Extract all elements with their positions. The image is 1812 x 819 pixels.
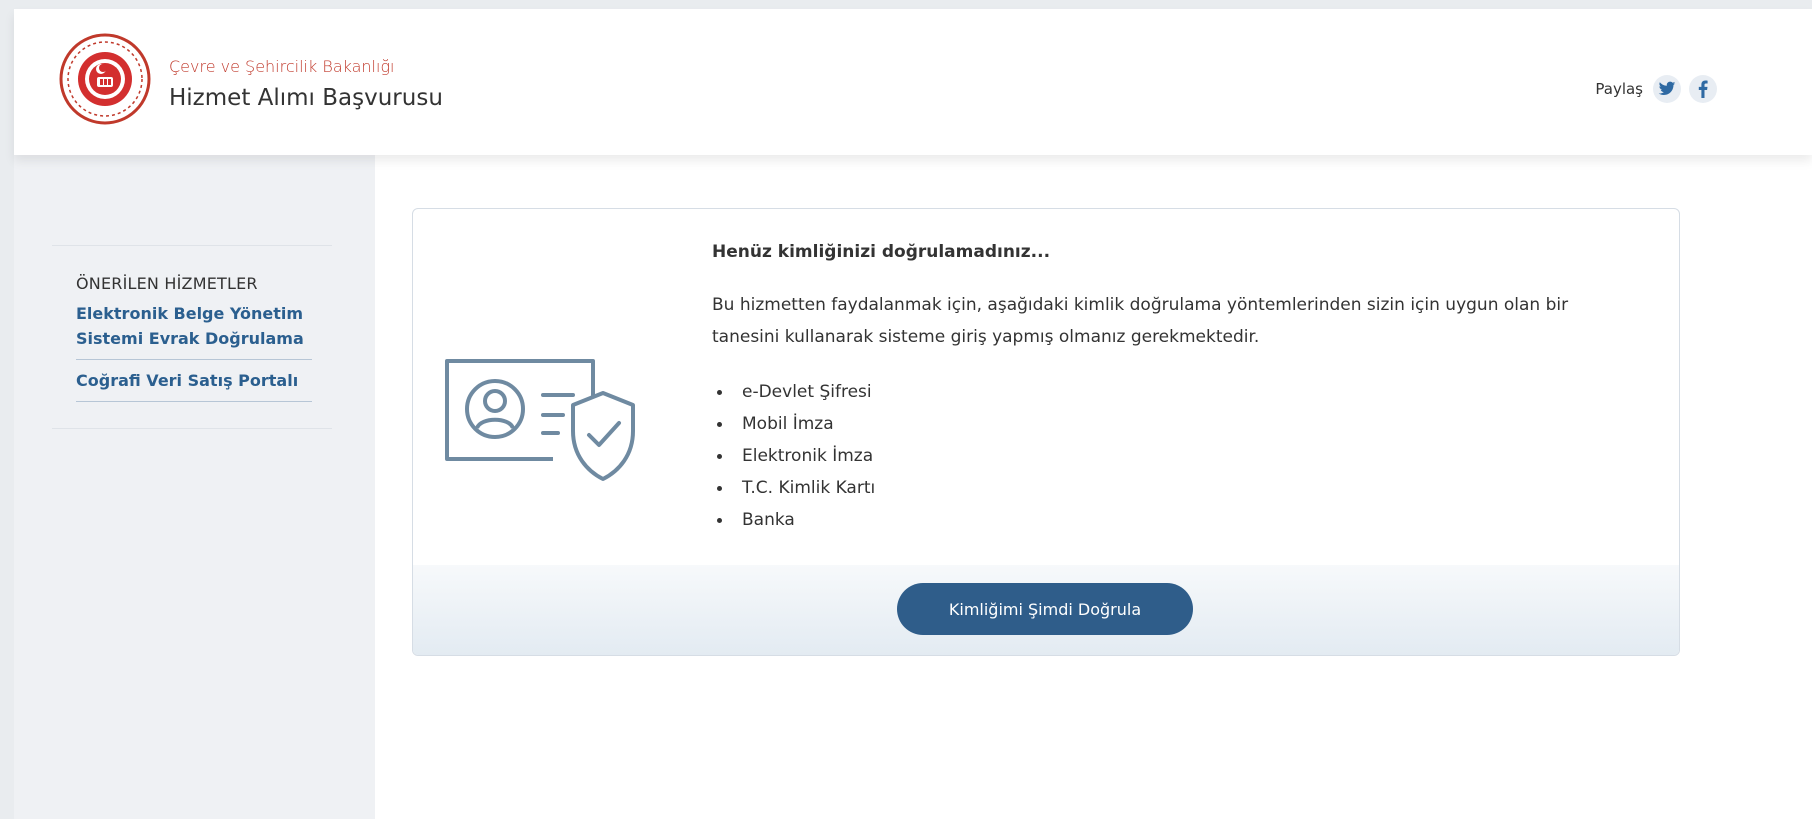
- ministry-name: Çevre ve Şehircilik Bakanlığı: [169, 57, 395, 76]
- list-item: e-Devlet Şifresi: [712, 376, 875, 408]
- app-frame: Çevre ve Şehircilik Bakanlığı Hizmet Alı…: [14, 9, 1812, 819]
- page: Çevre ve Şehircilik Bakanlığı Hizmet Alı…: [0, 0, 1812, 819]
- facebook-share-button[interactable]: [1689, 75, 1717, 103]
- sidebar-title: ÖNERİLEN HİZMETLER: [76, 274, 258, 293]
- card-description: Bu hizmetten faydalanmak için, aşağıdaki…: [712, 295, 1569, 347]
- share-bar: Paylaş: [1595, 75, 1717, 103]
- share-label: Paylaş: [1595, 80, 1643, 98]
- twitter-icon: [1658, 81, 1676, 95]
- list-item: Elektronik İmza: [712, 440, 875, 472]
- verify-identity-button[interactable]: Kimliğimi Şimdi Doğrula: [897, 583, 1193, 635]
- sidebar: ÖNERİLEN HİZMETLER Elektronik Belge Yöne…: [14, 155, 375, 819]
- auth-methods-list: e-Devlet Şifresi Mobil İmza Elektronik İ…: [712, 376, 875, 536]
- list-item: Banka: [712, 504, 875, 536]
- list-item: T.C. Kimlik Kartı: [712, 472, 875, 504]
- header: Çevre ve Şehircilik Bakanlığı Hizmet Alı…: [14, 9, 1812, 155]
- card-title: Henüz kimliğinizi doğrulamadınız...: [712, 242, 1051, 262]
- identity-card-shield-icon: [445, 359, 635, 481]
- sidebar-item-geo-data-portal[interactable]: Coğrafi Veri Satış Portalı: [76, 368, 312, 402]
- recommended-services: ÖNERİLEN HİZMETLER Elektronik Belge Yöne…: [52, 245, 332, 429]
- ministry-logo-icon[interactable]: [59, 33, 151, 125]
- sidebar-item-ebys-verification[interactable]: Elektronik Belge Yönetim Sistemi Evrak D…: [76, 301, 312, 360]
- list-item: Mobil İmza: [712, 408, 875, 440]
- facebook-icon: [1698, 80, 1708, 98]
- verification-card: Henüz kimliğinizi doğrulamadınız... Bu h…: [412, 208, 1680, 656]
- page-title: Hizmet Alımı Başvurusu: [169, 85, 443, 111]
- twitter-share-button[interactable]: [1653, 75, 1681, 103]
